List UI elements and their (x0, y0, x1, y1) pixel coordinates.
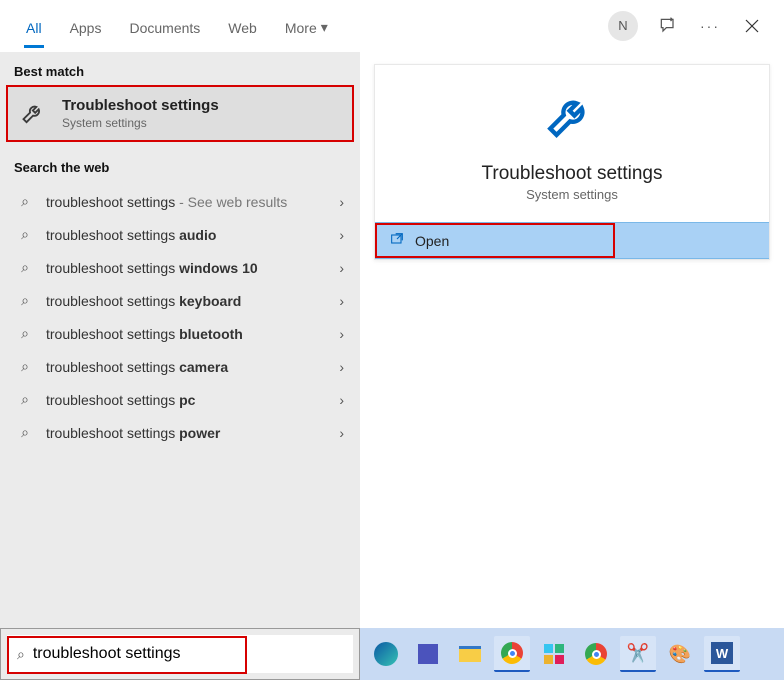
web-result-item[interactable]: ⌕ troubleshoot settings audio › (6, 218, 354, 251)
web-result-text: troubleshoot settings (46, 326, 179, 342)
web-result-bold: keyboard (179, 293, 241, 309)
best-match-title: Troubleshoot settings (62, 97, 219, 114)
search-icon: ⌕ (16, 424, 34, 441)
chevron-right-icon: › (339, 425, 344, 441)
web-result-item[interactable]: ⌕ troubleshoot settings power › (6, 416, 354, 449)
chevron-right-icon: › (339, 227, 344, 243)
best-match-item[interactable]: Troubleshoot settings System settings (6, 85, 354, 142)
search-icon: ⌕ (16, 193, 34, 210)
close-button[interactable] (740, 14, 764, 38)
web-result-bold: bluetooth (179, 326, 243, 342)
tab-documents[interactable]: Documents (115, 4, 214, 48)
taskbar-app-teams[interactable] (410, 636, 446, 672)
search-icon: ⌕ (16, 358, 34, 375)
detail-panel: Troubleshoot settings System settings Op… (360, 52, 784, 628)
wrench-icon (543, 89, 601, 147)
web-result-text: troubleshoot settings (46, 260, 179, 276)
chevron-right-icon: › (339, 194, 344, 210)
web-result-text: troubleshoot settings (46, 227, 179, 243)
web-result-item[interactable]: ⌕ troubleshoot settings - See web result… (6, 185, 354, 218)
web-result-text: troubleshoot settings (46, 359, 179, 375)
search-icon: ⌕ (16, 259, 34, 276)
chevron-right-icon: › (339, 260, 344, 276)
result-detail-card: Troubleshoot settings System settings Op… (374, 64, 770, 260)
best-match-header: Best match (0, 52, 360, 85)
tab-apps[interactable]: Apps (56, 4, 116, 48)
taskbar-app-chrome-alt[interactable] (578, 636, 614, 672)
taskbar-app-slack[interactable] (536, 636, 572, 672)
tab-all[interactable]: All (12, 4, 56, 48)
tab-web[interactable]: Web (214, 4, 271, 48)
best-match-subtitle: System settings (62, 116, 219, 130)
open-icon (389, 231, 405, 250)
results-panel: Best match Troubleshoot settings System … (0, 52, 360, 628)
search-icon: ⌕ (16, 292, 34, 309)
taskbar-app-paint[interactable]: 🎨 (662, 636, 698, 672)
search-web-header: Search the web (0, 148, 360, 181)
web-result-bold: pc (179, 392, 195, 408)
tab-more-label: More (285, 20, 317, 36)
taskbar-app-chrome[interactable] (494, 636, 530, 672)
detail-subtitle: System settings (526, 187, 618, 202)
tab-more[interactable]: More ▾ (271, 3, 342, 48)
chevron-down-icon: ▾ (321, 19, 328, 36)
web-result-text: troubleshoot settings (46, 293, 179, 309)
web-result-item[interactable]: ⌕ troubleshoot settings pc › (6, 383, 354, 416)
search-box-container: ⌕ (0, 628, 360, 680)
web-result-bold: camera (179, 359, 228, 375)
web-result-item[interactable]: ⌕ troubleshoot settings windows 10 › (6, 251, 354, 284)
search-icon: ⌕ (16, 226, 34, 243)
filter-tabs: All Apps Documents Web More ▾ N ··· (0, 0, 784, 52)
web-result-text: troubleshoot settings (46, 392, 179, 408)
taskbar-app-word[interactable]: W (704, 636, 740, 672)
web-result-item[interactable]: ⌕ troubleshoot settings keyboard › (6, 284, 354, 317)
web-result-text: troubleshoot settings (46, 194, 175, 210)
detail-title: Troubleshoot settings (482, 163, 663, 185)
wrench-icon (20, 100, 48, 128)
open-action[interactable]: Open (375, 222, 769, 259)
taskbar-app-edge[interactable] (368, 636, 404, 672)
taskbar: ✂️ 🎨 W (360, 628, 784, 680)
more-options-icon[interactable]: ··· (698, 14, 722, 38)
web-result-hint: - See web results (175, 194, 287, 210)
search-icon: ⌕ (16, 325, 34, 342)
user-avatar[interactable]: N (608, 11, 638, 41)
web-result-text: troubleshoot settings (46, 425, 179, 441)
taskbar-app-file-explorer[interactable] (452, 636, 488, 672)
search-icon: ⌕ (16, 391, 34, 408)
web-result-item[interactable]: ⌕ troubleshoot settings camera › (6, 350, 354, 383)
feedback-icon[interactable] (656, 14, 680, 38)
search-input[interactable] (33, 645, 343, 663)
taskbar-app-snip[interactable]: ✂️ (620, 636, 656, 672)
search-icon: ⌕ (17, 646, 25, 663)
search-input-wrap[interactable]: ⌕ (7, 635, 353, 673)
chevron-right-icon: › (339, 293, 344, 309)
web-result-bold: windows 10 (179, 260, 258, 276)
chevron-right-icon: › (339, 392, 344, 408)
chevron-right-icon: › (339, 359, 344, 375)
web-result-bold: power (179, 425, 220, 441)
web-result-bold: audio (179, 227, 216, 243)
open-label: Open (415, 233, 449, 249)
web-results-list: ⌕ troubleshoot settings - See web result… (0, 181, 360, 453)
chevron-right-icon: › (339, 326, 344, 342)
web-result-item[interactable]: ⌕ troubleshoot settings bluetooth › (6, 317, 354, 350)
